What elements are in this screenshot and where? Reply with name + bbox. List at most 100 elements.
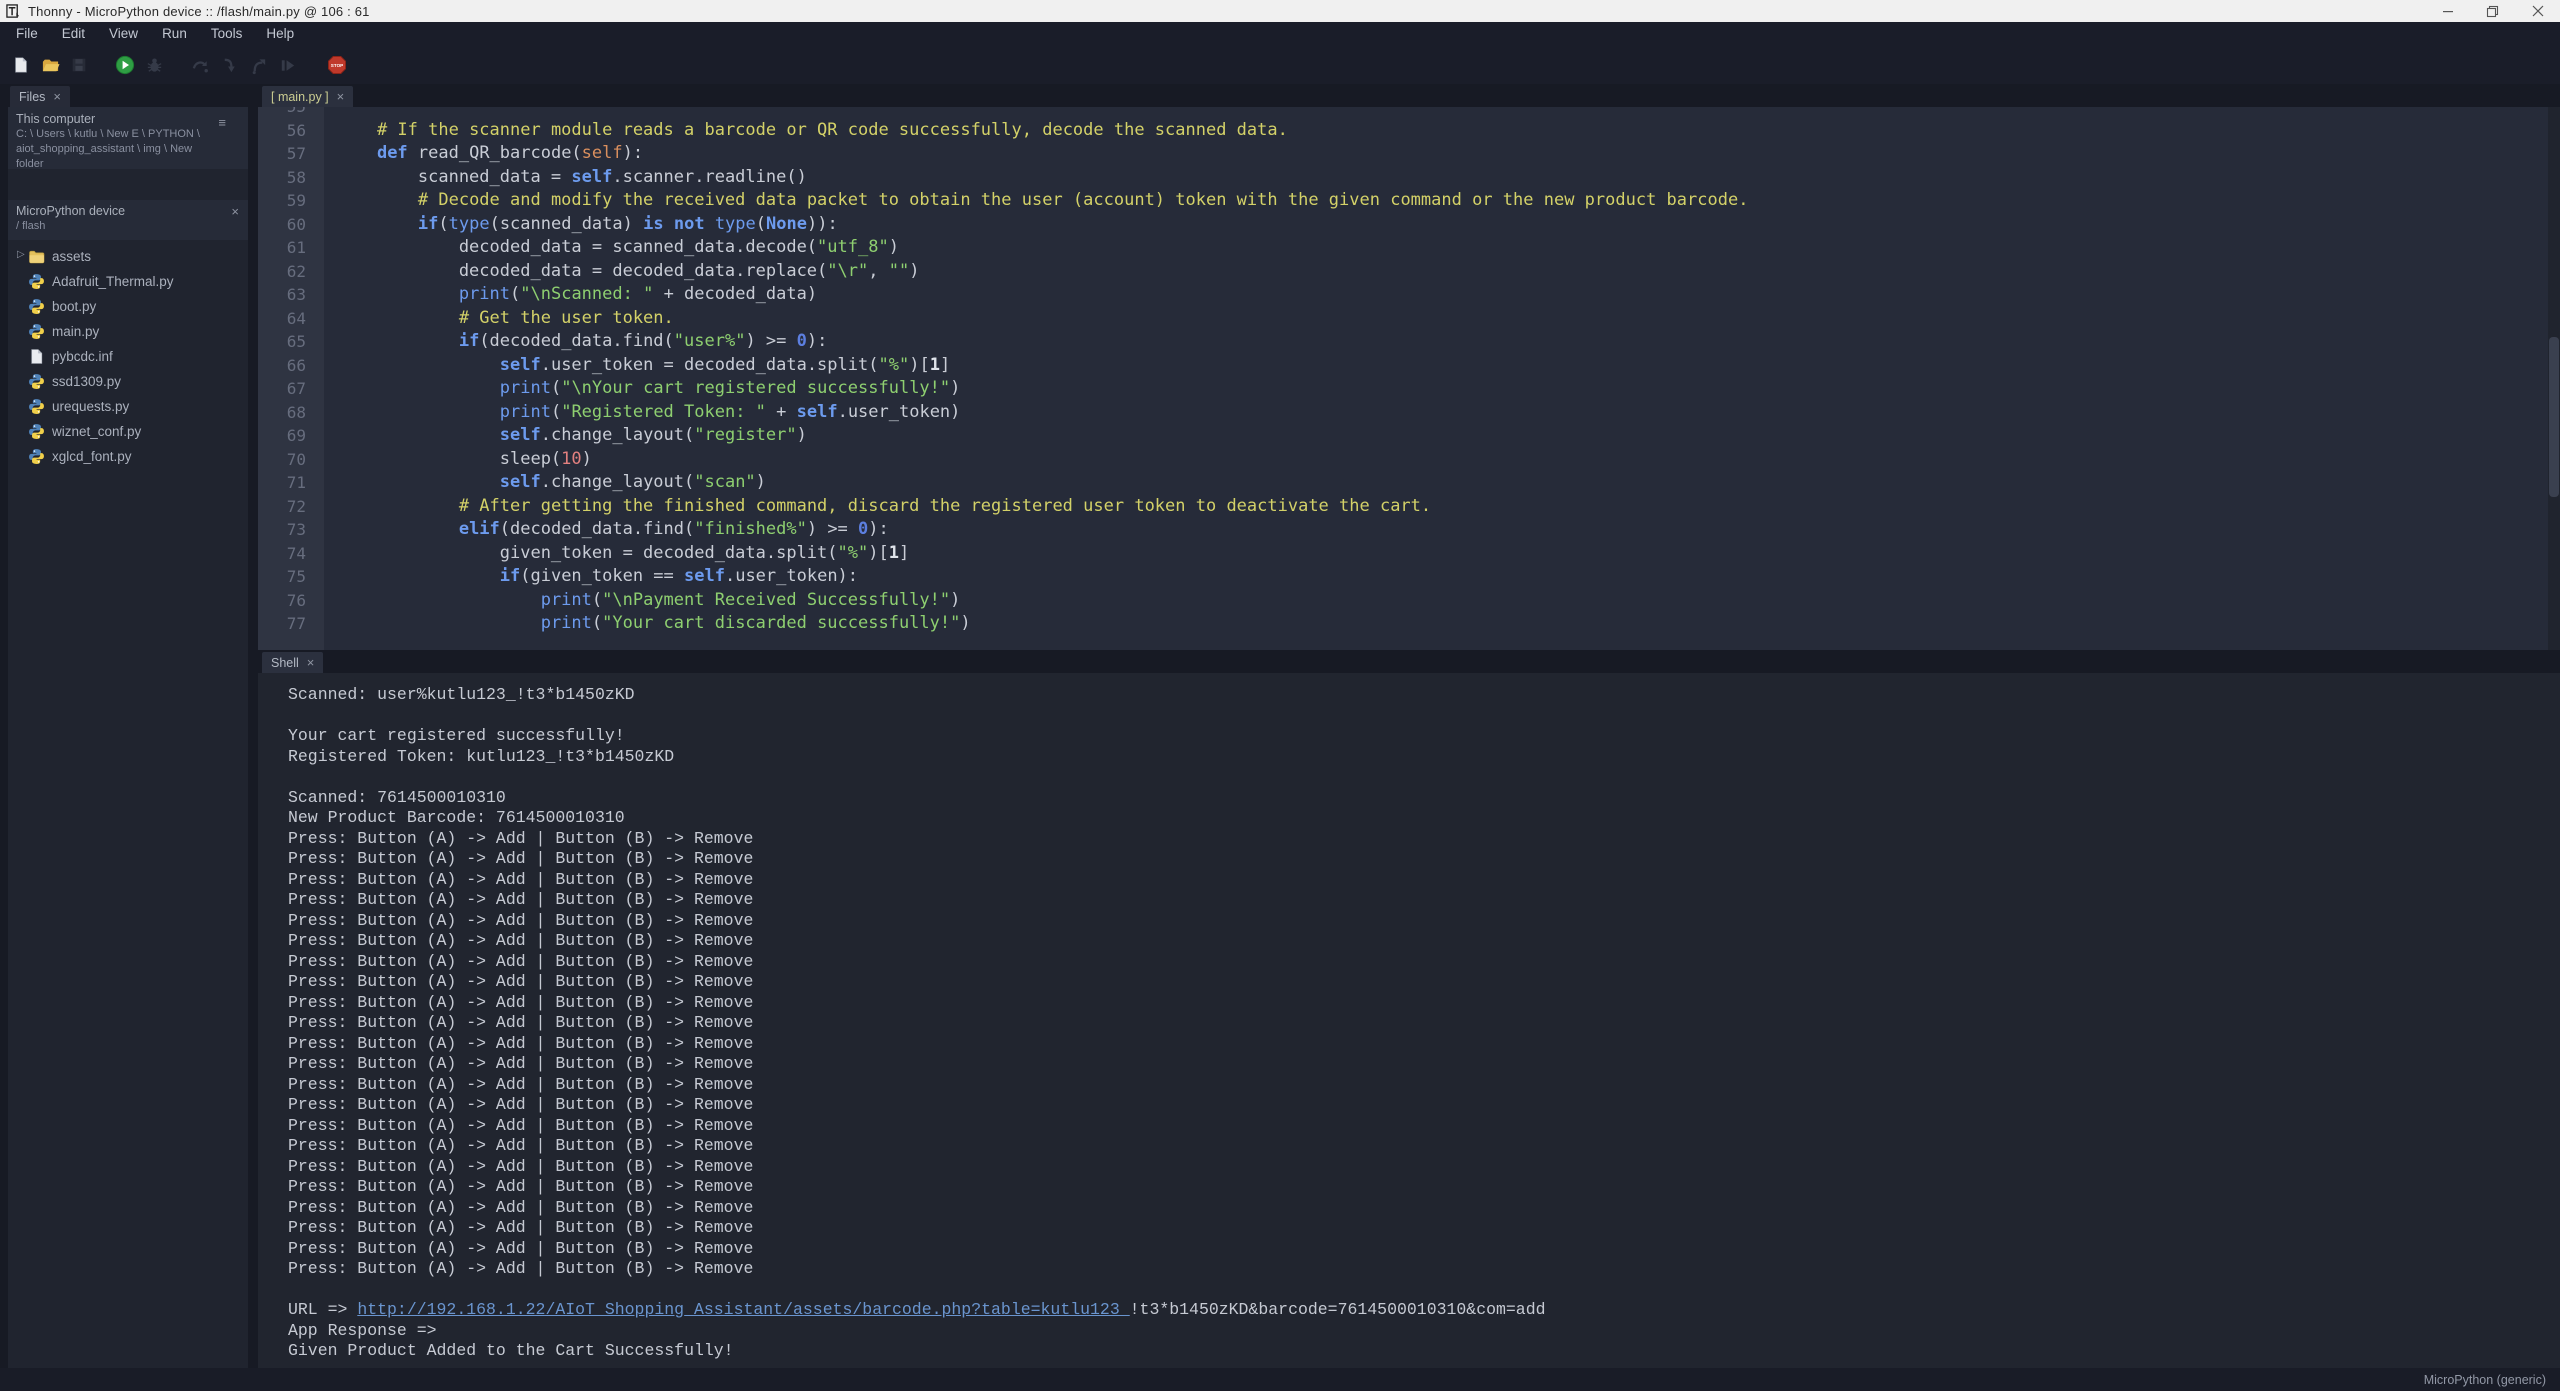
line-number: 71 — [258, 471, 324, 495]
code-line-59[interactable]: 59 # Decode and modify the received data… — [258, 189, 2546, 213]
menu-file[interactable]: File — [4, 22, 50, 46]
python-icon — [28, 298, 45, 315]
line-number: 59 — [258, 189, 324, 213]
device-panel-close-icon[interactable]: × — [231, 204, 239, 219]
code-line-60[interactable]: 60 if(type(scanned_data) is not type(Non… — [258, 213, 2546, 237]
panel-menu-icon[interactable]: ≡ — [218, 115, 226, 130]
shell-line: URL => http://192.168.1.22/AIoT_Shopping… — [288, 1300, 2560, 1321]
code-line-55[interactable]: 55 — [258, 107, 2546, 119]
close-icon[interactable] — [2515, 0, 2560, 22]
menu-help[interactable]: Help — [254, 22, 306, 46]
line-number: 65 — [258, 330, 324, 354]
barcode-url-link[interactable]: http://192.168.1.22/AIoT_Shopping_Assist… — [357, 1300, 1129, 1319]
menubar: FileEditViewRunToolsHelp — [0, 22, 2560, 46]
shell-line: Registered Token: kutlu123_!t3*b1450zKD — [288, 747, 2560, 768]
this-computer-block: This computer ≡ C: \ Users \ kutlu \ New… — [8, 107, 248, 169]
computer-path-line[interactable]: folder — [16, 158, 240, 171]
code-line-65[interactable]: 65 if(decoded_data.find("user%") >= 0): — [258, 330, 2546, 354]
computer-path-line[interactable]: C: \ Users \ kutlu \ New E \ PYTHON \ — [16, 128, 240, 141]
code-text: scanned_data = self.scanner.readline() — [324, 166, 807, 190]
code-line-75[interactable]: 75 if(given_token == self.user_token): — [258, 565, 2546, 589]
line-number: 77 — [258, 612, 324, 636]
backend-label[interactable]: MicroPython (generic) — [2424, 1373, 2546, 1387]
code-text: if(given_token == self.user_token): — [324, 565, 858, 589]
line-number: 76 — [258, 589, 324, 613]
code-line-71[interactable]: 71 self.change_layout("scan") — [258, 471, 2546, 495]
file-item-wiznet-conf-py[interactable]: wiznet_conf.py — [8, 419, 248, 444]
stop-icon: STOP — [327, 55, 347, 75]
shell-line: Press: Button (A) -> Add | Button (B) ->… — [288, 1095, 2560, 1116]
file-item-xglcd-font-py[interactable]: xglcd_font.py — [8, 444, 248, 469]
menu-edit[interactable]: Edit — [50, 22, 97, 46]
maximize-icon[interactable] — [2470, 0, 2515, 22]
run-icon — [115, 55, 135, 75]
code-text: print("\nScanned: " + decoded_data) — [324, 283, 817, 307]
file-item-main-py[interactable]: main.py — [8, 319, 248, 344]
code-line-58[interactable]: 58 scanned_data = self.scanner.readline(… — [258, 166, 2546, 190]
shell-tab-close-icon[interactable]: × — [307, 656, 315, 669]
code-line-77[interactable]: 77 print("Your cart discarded successful… — [258, 612, 2546, 636]
files-tab-close-icon[interactable]: × — [53, 90, 61, 103]
menu-run[interactable]: Run — [150, 22, 199, 46]
debug-button[interactable] — [143, 54, 165, 76]
debug-icon — [145, 56, 164, 75]
code-line-74[interactable]: 74 given_token = decoded_data.split("%")… — [258, 542, 2546, 566]
files-panel: This computer ≡ C: \ Users \ kutlu \ New… — [8, 107, 248, 1368]
editor-scrollbar-thumb[interactable] — [2549, 337, 2559, 497]
computer-path-line[interactable]: aiot_shopping_assistant \ img \ New — [16, 143, 240, 156]
code-line-64[interactable]: 64 # Get the user token. — [258, 307, 2546, 331]
code-line-63[interactable]: 63 print("\nScanned: " + decoded_data) — [258, 283, 2546, 307]
code-line-61[interactable]: 61 decoded_data = scanned_data.decode("u… — [258, 236, 2546, 260]
resume-button[interactable] — [276, 54, 298, 76]
step-over-icon — [191, 56, 210, 75]
save-file-button[interactable] — [68, 54, 90, 76]
code-line-68[interactable]: 68 print("Registered Token: " + self.use… — [258, 401, 2546, 425]
code-line-70[interactable]: 70 sleep(10) — [258, 448, 2546, 472]
step-out-button[interactable] — [247, 54, 269, 76]
device-path[interactable]: / flash — [16, 220, 240, 233]
line-number: 66 — [258, 354, 324, 378]
files-tab-label: Files — [19, 90, 45, 104]
step-into-button[interactable] — [218, 54, 240, 76]
line-number: 73 — [258, 518, 324, 542]
code-line-76[interactable]: 76 print("\nPayment Received Successfull… — [258, 589, 2546, 613]
python-icon — [28, 448, 45, 465]
step-over-button[interactable] — [189, 54, 211, 76]
code-line-66[interactable]: 66 self.user_token = decoded_data.split(… — [258, 354, 2546, 378]
run-button[interactable] — [114, 54, 136, 76]
tab-files[interactable]: Files × — [10, 86, 70, 107]
editor-tab-close-icon[interactable]: × — [337, 90, 345, 103]
code-line-73[interactable]: 73 elif(decoded_data.find("finished%") >… — [258, 518, 2546, 542]
code-line-69[interactable]: 69 self.change_layout("register") — [258, 424, 2546, 448]
editor-scrollbar[interactable] — [2548, 107, 2560, 650]
open-file-button[interactable] — [39, 54, 61, 76]
code-editor[interactable]: 5556 # If the scanner module reads a bar… — [258, 107, 2560, 650]
expander-icon[interactable]: ▷ — [17, 249, 25, 260]
shell-output[interactable]: Scanned: user%kutlu123_!t3*b1450zKD Your… — [258, 673, 2560, 1368]
menu-view[interactable]: View — [97, 22, 150, 46]
file-item-assets[interactable]: ▷ assets — [8, 244, 248, 269]
new-file-button[interactable] — [10, 54, 32, 76]
minimize-icon[interactable] — [2425, 0, 2470, 22]
menu-tools[interactable]: Tools — [199, 22, 255, 46]
code-line-67[interactable]: 67 print("\nYour cart registered success… — [258, 377, 2546, 401]
file-item-label: assets — [52, 249, 91, 264]
code-line-57[interactable]: 57 def read_QR_barcode(self): — [258, 142, 2546, 166]
line-number: 60 — [258, 213, 324, 237]
file-item-ssd1309-py[interactable]: ssd1309.py — [8, 369, 248, 394]
shell-line: Press: Button (A) -> Add | Button (B) ->… — [288, 1259, 2560, 1280]
statusbar: MicroPython (generic) — [0, 1368, 2560, 1391]
code-line-72[interactable]: 72 # After getting the finished command,… — [258, 495, 2546, 519]
tab-main-py[interactable]: [ main.py ] × — [262, 86, 353, 107]
code-text — [324, 107, 336, 119]
shell-line: Press: Button (A) -> Add | Button (B) ->… — [288, 1157, 2560, 1178]
file-item-boot-py[interactable]: boot.py — [8, 294, 248, 319]
tab-shell[interactable]: Shell × — [262, 652, 323, 673]
stop-button[interactable]: STOP — [326, 54, 348, 76]
line-number: 67 — [258, 377, 324, 401]
file-item-urequests-py[interactable]: urequests.py — [8, 394, 248, 419]
code-line-56[interactable]: 56 # If the scanner module reads a barco… — [258, 119, 2546, 143]
code-line-62[interactable]: 62 decoded_data = decoded_data.replace("… — [258, 260, 2546, 284]
file-item-adafruit-thermal-py[interactable]: Adafruit_Thermal.py — [8, 269, 248, 294]
file-item-pybcdc-inf[interactable]: pybcdc.inf — [8, 344, 248, 369]
